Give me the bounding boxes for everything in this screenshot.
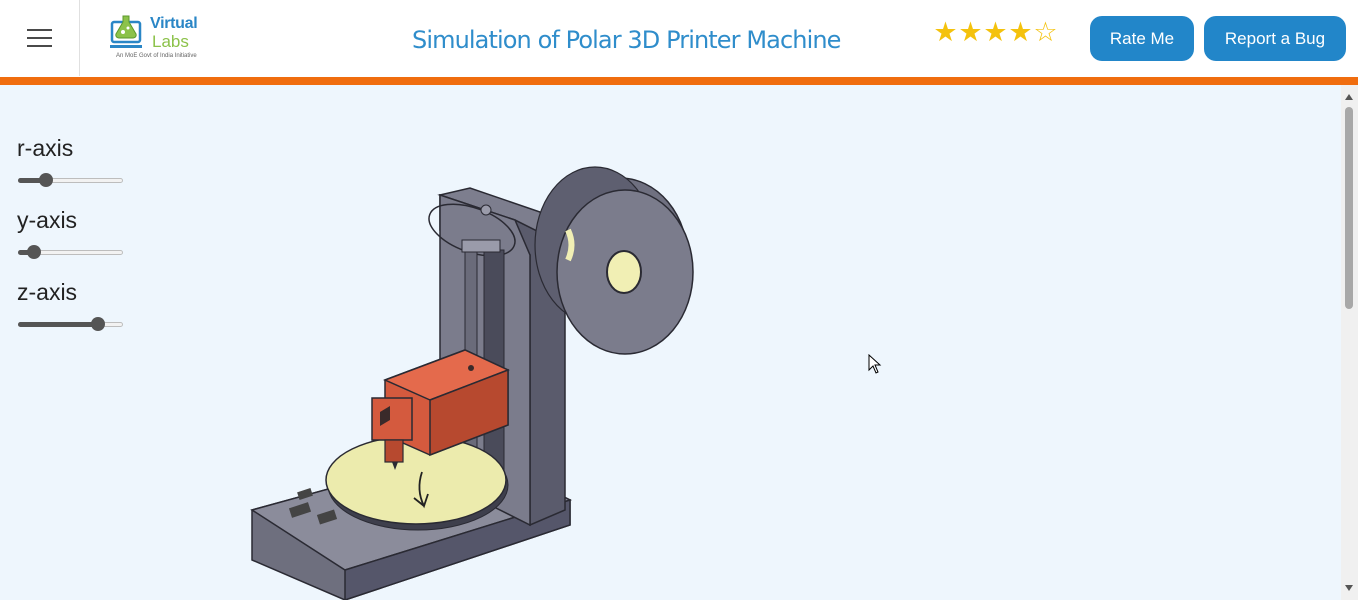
z-axis-label: z-axis (17, 279, 78, 305)
r-axis-control: r-axis (17, 135, 137, 207)
z-axis-slider[interactable] (18, 317, 123, 331)
y-axis-slider[interactable] (18, 245, 123, 259)
r-axis-label: r-axis (17, 135, 74, 161)
scrollbar-thumb[interactable] (1345, 107, 1353, 309)
menu-line-icon (27, 45, 52, 47)
logo-text-virtual: Virtual (150, 15, 198, 32)
menu-line-icon (27, 29, 52, 31)
r-axis-slider[interactable] (18, 173, 123, 187)
top-header: Virtual Labs An MoE Govt of India Initia… (0, 0, 1358, 85)
virtual-labs-logo[interactable]: Virtual Labs An MoE Govt of India Initia… (110, 12, 202, 64)
scroll-down-arrow-icon[interactable] (1345, 585, 1353, 591)
star-filled-icon[interactable]: ★ (958, 18, 983, 48)
rate-me-button[interactable]: Rate Me (1090, 16, 1194, 61)
y-axis-control: y-axis (17, 207, 137, 279)
menu-line-icon (27, 37, 52, 39)
hamburger-menu-button[interactable] (0, 0, 80, 76)
page-scrollbar[interactable] (1341, 85, 1358, 600)
mouse-cursor-icon (868, 354, 882, 374)
logo-tagline: An MoE Govt of India Initiative (116, 53, 197, 59)
slider-thumb[interactable] (27, 245, 42, 259)
slider-thumb[interactable] (90, 317, 105, 331)
polar-3d-printer-illustration (250, 166, 694, 600)
star-rating[interactable]: ★ ★ ★ ★ ☆ (933, 18, 1058, 48)
flask-monitor-icon (110, 15, 142, 48)
star-filled-icon[interactable]: ★ (983, 18, 1008, 48)
star-empty-icon[interactable]: ☆ (1033, 18, 1058, 48)
report-bug-button[interactable]: Report a Bug (1204, 16, 1346, 61)
z-axis-control: z-axis (17, 279, 137, 351)
y-axis-label: y-axis (17, 207, 78, 233)
scroll-up-arrow-icon[interactable] (1345, 94, 1353, 100)
star-filled-icon[interactable]: ★ (933, 18, 958, 48)
slider-thumb[interactable] (38, 173, 53, 187)
axis-controls: r-axis y-axis z-axis (17, 135, 137, 351)
page-title: Simulation of Polar 3D Printer Machine (412, 26, 841, 54)
logo-text-labs: Labs (152, 32, 189, 51)
star-filled-icon[interactable]: ★ (1008, 18, 1033, 48)
